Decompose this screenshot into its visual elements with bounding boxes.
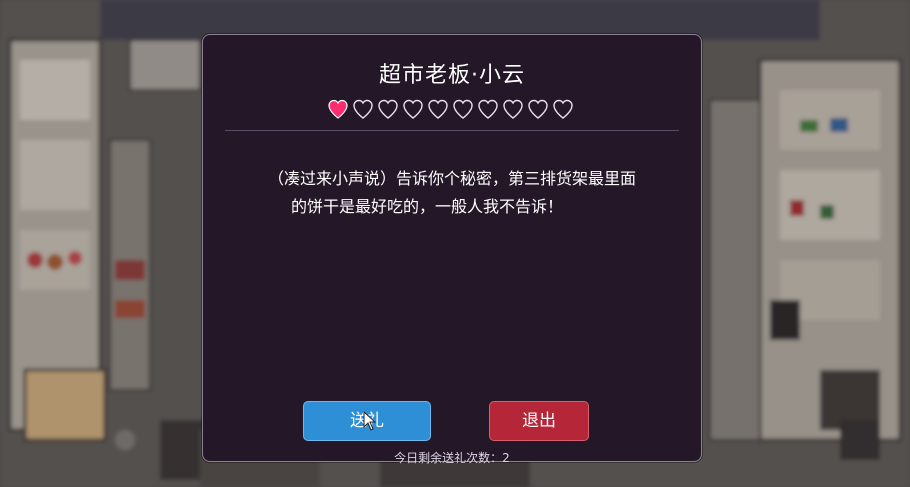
dialog-message: （凑过来小声说）告诉你个秘密，第三排货架最里面 的饼干是最好吃的，一般人我不告诉… (243, 165, 661, 221)
heart-empty-icon (353, 99, 373, 119)
heart-empty-icon (403, 99, 423, 119)
dialog-message-line2: 的饼干是最好吃的，一般人我不告诉！ (291, 197, 564, 216)
exit-button[interactable]: 退出 (489, 401, 589, 441)
remaining-gifts-text: 今日剩余送礼次数：2 (394, 451, 510, 465)
heart-empty-icon (553, 99, 573, 119)
npc-name-title: 超市老板·小云 (379, 63, 525, 88)
pointer-cursor-icon (363, 411, 377, 431)
divider (225, 130, 679, 131)
heart-empty-icon (478, 99, 498, 119)
npc-dialog: 超市老板·小云 （凑过来小声说）告诉你个秘密，第三排货架最里面 的饼干是最好吃的… (202, 34, 702, 465)
heart-empty-icon (428, 99, 448, 119)
dialog-message-line1: （凑过来小声说）告诉你个秘密，第三排货架最里面 (267, 169, 636, 188)
heart-empty-icon (453, 99, 473, 119)
heart-empty-icon (378, 99, 398, 119)
heart-filled-icon (328, 99, 348, 119)
heart-empty-icon (528, 99, 548, 119)
affection-meter (326, 97, 575, 121)
heart-empty-icon (503, 99, 523, 119)
